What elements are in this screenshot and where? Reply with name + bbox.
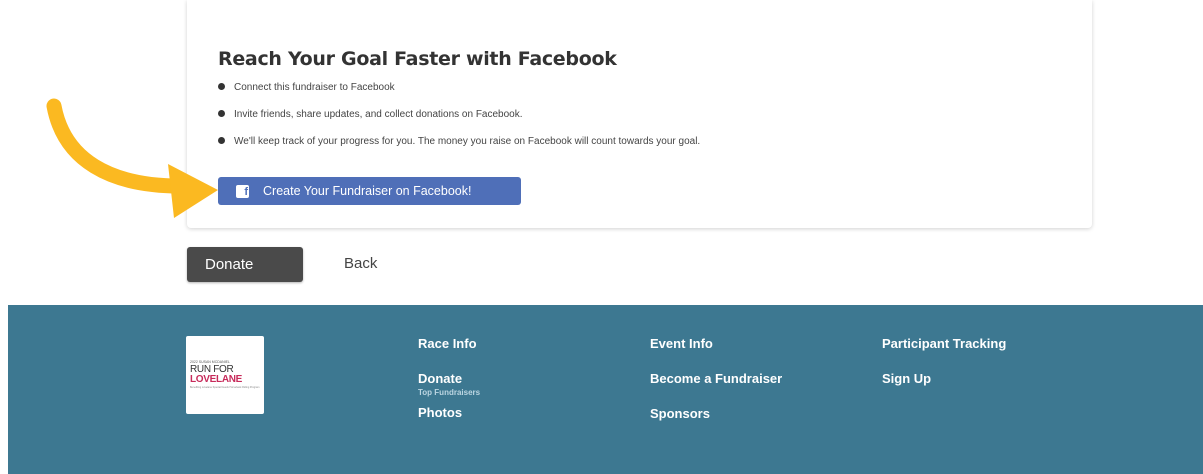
logo-tagline: Benefiting Lovelane Special Needs Horseb…	[190, 386, 260, 389]
facebook-icon: f	[236, 184, 249, 198]
footer-column-3: Participant Tracking Sign Up	[882, 336, 1006, 386]
benefits-list: Connect this fundraiser to Facebook Invi…	[218, 80, 700, 161]
list-item-text: Invite friends, share updates, and colle…	[234, 108, 523, 120]
list-item-text: We'll keep track of your progress for yo…	[234, 135, 701, 147]
list-item: Connect this fundraiser to Facebook	[218, 80, 700, 94]
create-facebook-fundraiser-button[interactable]: f Create Your Fundraiser on Facebook!	[218, 177, 521, 205]
footer-link-sponsors[interactable]: Sponsors	[650, 406, 782, 421]
footer-link-photos[interactable]: Photos	[418, 405, 480, 420]
facebook-fundraiser-card: Reach Your Goal Faster with Facebook Con…	[187, 0, 1092, 228]
arrow-annotation-icon	[46, 98, 218, 218]
footer-link-donate[interactable]: Donate	[418, 371, 480, 386]
footer-column-2: Event Info Become a Fundraiser Sponsors	[650, 336, 782, 421]
list-item: Invite friends, share updates, and colle…	[218, 107, 700, 121]
back-link[interactable]: Back	[344, 255, 377, 272]
donate-button[interactable]: Donate	[187, 247, 303, 282]
footer-link-sign-up[interactable]: Sign Up	[882, 371, 1006, 386]
logo-line-2: LOVELANE	[190, 374, 243, 385]
footer-link-participant-tracking[interactable]: Participant Tracking	[882, 336, 1006, 351]
event-logo[interactable]: 2022 SUSAN MCDANIEL RUN FOR LOVELANE Ben…	[186, 336, 264, 414]
footer-link-become-fundraiser[interactable]: Become a Fundraiser	[650, 371, 782, 386]
bullet-icon	[218, 82, 225, 90]
list-item-text: Connect this fundraiser to Facebook	[234, 81, 395, 93]
list-item: We'll keep track of your progress for yo…	[218, 134, 700, 148]
button-label: Create Your Fundraiser on Facebook!	[263, 184, 472, 198]
footer-link-race-info[interactable]: Race Info	[418, 336, 480, 351]
card-title: Reach Your Goal Faster with Facebook	[218, 48, 617, 70]
footer-column-1: Race Info Donate Top Fundraisers Photos	[418, 336, 480, 420]
footer-link-top-fundraisers[interactable]: Top Fundraisers	[418, 388, 480, 397]
footer-link-event-info[interactable]: Event Info	[650, 336, 782, 351]
site-footer: 2022 SUSAN MCDANIEL RUN FOR LOVELANE Ben…	[8, 305, 1203, 474]
